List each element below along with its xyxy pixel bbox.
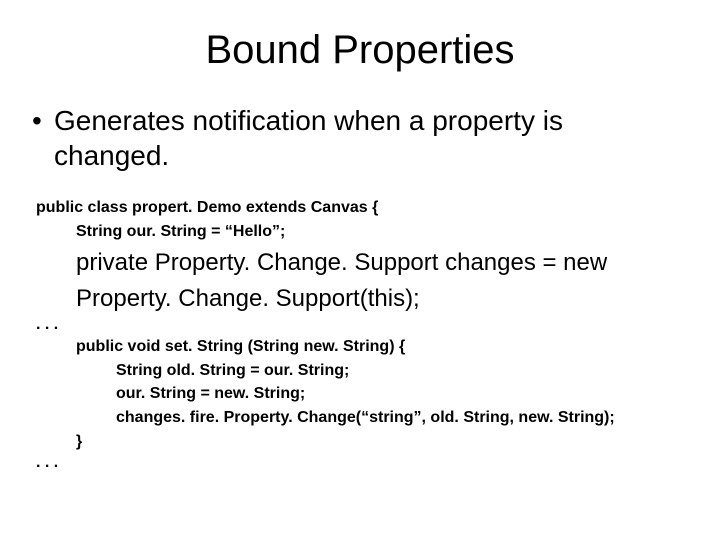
code-new-assign: our. String = new. String;: [36, 383, 684, 405]
slide-title: Bound Properties: [36, 28, 684, 73]
code-string-decl: String our. String = “Hello”;: [36, 221, 684, 243]
code-close-brace: }: [36, 431, 684, 453]
code-fire: changes. fire. Property. Change(“string”…: [36, 407, 684, 429]
code-old-assign: String old. String = our. String;: [36, 360, 684, 382]
code-ellipsis-2: . . .: [36, 454, 684, 472]
code-class-decl: public class propert. Demo extends Canva…: [36, 197, 684, 219]
bullet-text: Generates notification when a property i…: [36, 103, 684, 173]
slide: Bound Properties Generates notification …: [0, 0, 720, 494]
code-ellipsis-1: . . .: [36, 316, 684, 334]
code-private-line1: private Property. Change. Support change…: [76, 248, 684, 278]
code-private-line2: Property. Change. Support(this);: [76, 284, 684, 314]
code-setter-decl: public void set. String (String new. Str…: [36, 336, 684, 358]
